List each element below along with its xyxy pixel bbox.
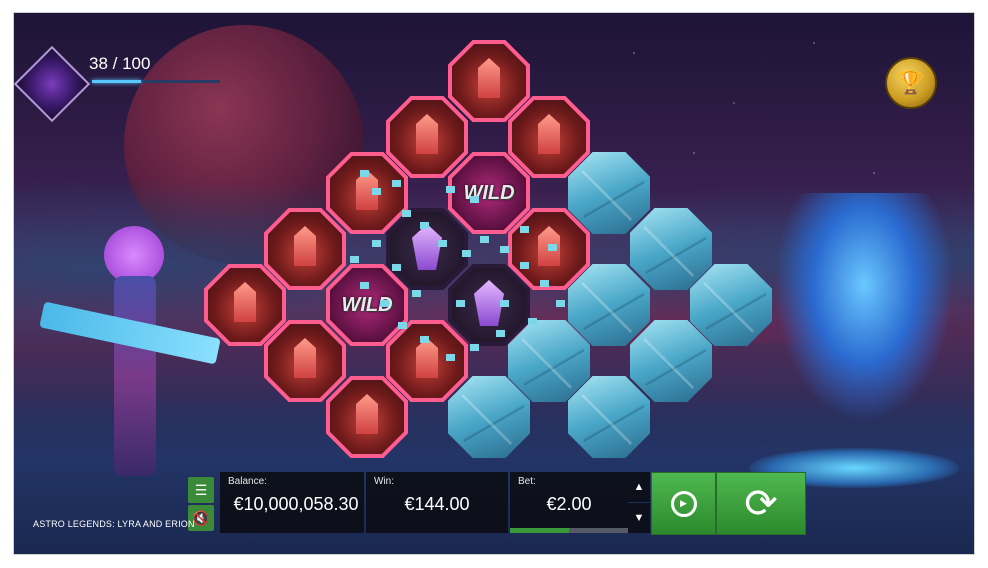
cell-symbol <box>454 382 524 452</box>
trophy-icon: 🏆 <box>897 70 925 95</box>
spin-icon: ⟳ <box>744 481 778 526</box>
ice-debris <box>398 322 407 329</box>
ice-debris <box>456 300 465 307</box>
character-erion <box>774 193 954 423</box>
ice-debris <box>528 318 537 325</box>
ice-debris <box>548 244 557 251</box>
list-icon: ☰ <box>194 481 208 498</box>
progress-counter: 38 / 100 <box>89 54 151 73</box>
paytable-button[interactable]: ☰ <box>188 477 214 503</box>
bet-panel: Bet: €2.00 <box>510 472 628 533</box>
ice-debris <box>470 344 479 351</box>
bet-decrease-button[interactable]: ▼ <box>628 503 650 533</box>
bet-level-fill <box>510 528 569 533</box>
ice-debris <box>520 262 529 269</box>
game-title: ASTRO LEGENDS: LYRA AND ERION <box>33 519 195 529</box>
ice-debris <box>420 222 429 229</box>
bet-label: Bet: <box>518 476 536 487</box>
win-label: Win: <box>374 476 394 487</box>
win-panel: Win: €144.00 <box>366 472 508 533</box>
progress-track <box>92 80 220 83</box>
ice-debris <box>380 300 389 307</box>
balance-label: Balance: <box>228 476 267 487</box>
autoplay-icon: ▶ <box>670 490 697 517</box>
ice-debris <box>412 290 421 297</box>
balance-value: €10,000,058.30 <box>233 494 359 514</box>
trophy-button[interactable]: 🏆 <box>885 57 937 109</box>
cell-symbol <box>574 382 644 452</box>
progress-fill <box>92 80 141 83</box>
chevron-down-icon: ▼ <box>633 512 645 524</box>
ice-debris <box>540 280 549 287</box>
ice-debris <box>392 180 401 187</box>
ice-debris <box>470 196 479 203</box>
ice-debris <box>372 188 381 195</box>
ice-debris <box>350 256 359 263</box>
win-value: €144.00 <box>404 494 470 514</box>
spin-button[interactable]: ⟳ <box>716 472 806 535</box>
ice-debris <box>500 246 509 253</box>
ice-debris <box>496 330 505 337</box>
speaker-mute-icon: 🔇 <box>192 509 210 526</box>
ice-debris <box>446 186 455 193</box>
wild-symbol-label: WILD <box>341 294 393 316</box>
ice-debris <box>520 226 529 233</box>
ice-debris <box>446 354 455 361</box>
ice-debris <box>392 264 401 271</box>
reel-cell-ice <box>568 376 650 458</box>
ice-debris <box>480 236 489 243</box>
reel-cell-crystal <box>326 376 408 458</box>
wild-symbol-label: WILD <box>463 182 515 204</box>
ice-debris <box>360 170 369 177</box>
play-icon: ▶ <box>680 498 687 508</box>
lyra-body <box>114 276 156 476</box>
bet-increase-button[interactable]: ▲ <box>628 472 650 502</box>
ice-debris <box>420 336 429 343</box>
ice-debris <box>438 240 447 247</box>
balance-panel: Balance: €10,000,058.30 <box>220 472 364 533</box>
reel-cell-ice <box>448 376 530 458</box>
ice-debris <box>556 300 565 307</box>
autoplay-button[interactable]: ▶ <box>651 472 716 535</box>
chevron-up-icon: ▲ <box>633 481 645 493</box>
ice-debris <box>372 240 381 247</box>
ice-debris <box>500 300 509 307</box>
ice-debris <box>360 282 369 289</box>
bet-level-track <box>510 528 628 533</box>
ice-debris <box>462 250 471 257</box>
ice-debris <box>402 210 411 217</box>
bet-value: €2.00 <box>546 494 592 514</box>
